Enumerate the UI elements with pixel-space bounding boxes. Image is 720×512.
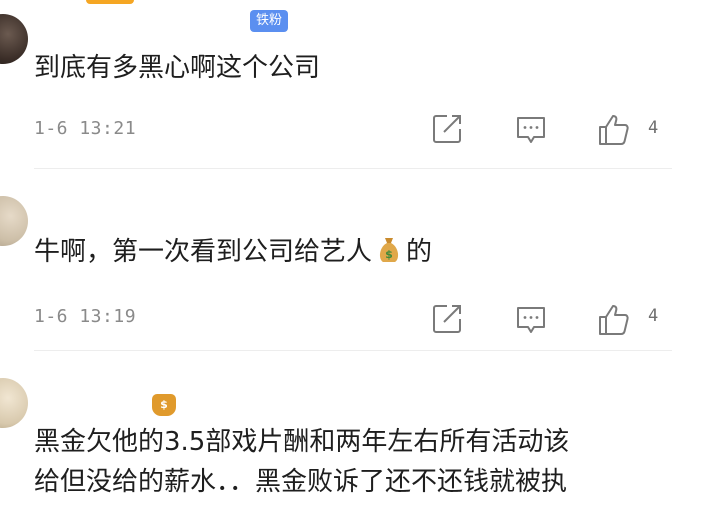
comment-text-line: 给但没给的薪水．．黑金败诉了还不还钱就被执 bbox=[34, 467, 568, 497]
avatar[interactable] bbox=[0, 196, 28, 246]
like-count: 4 bbox=[648, 306, 659, 326]
thumbs-up-icon bbox=[599, 115, 629, 145]
share-icon bbox=[433, 305, 461, 333]
comment-text-line: 黑金欠他的3.5部戏片酬和两年左右所有活动该 bbox=[34, 427, 570, 457]
avatar[interactable] bbox=[0, 14, 28, 64]
like-button[interactable] bbox=[596, 112, 632, 152]
fan-badge: 铁粉 bbox=[250, 10, 289, 32]
comment-text: 黑金欠他的3.5部戏片酬和两年左右所有活动该 给但没给的薪水．．黑金败诉了还不还… bbox=[34, 422, 656, 502]
money-bag-icon: $ bbox=[374, 234, 404, 264]
share-button[interactable] bbox=[430, 302, 464, 340]
divider bbox=[34, 350, 672, 351]
comment-item: 铁粉 到底有多黑心啊这个公司 1-6 13:21 4 bbox=[0, 0, 672, 170]
comment-icon bbox=[517, 307, 545, 333]
thumbs-up-icon bbox=[599, 305, 629, 335]
share-icon bbox=[433, 115, 461, 143]
divider bbox=[34, 168, 672, 169]
comment-timestamp: 1-6 13:19 bbox=[34, 306, 137, 327]
like-button[interactable] bbox=[596, 302, 632, 342]
avatar[interactable] bbox=[0, 378, 28, 428]
money-bag-icon: $ bbox=[152, 394, 176, 416]
svg-text:$: $ bbox=[385, 248, 393, 261]
comment-item: 牛啊，第一次看到公司给艺人 $ 的 1-6 13:19 4 bbox=[0, 176, 672, 352]
comment-timestamp: 1-6 13:21 bbox=[34, 118, 137, 139]
share-button[interactable] bbox=[430, 112, 464, 150]
comment-text: 到底有多黑心啊这个公司 bbox=[34, 53, 321, 83]
like-count: 4 bbox=[648, 118, 659, 138]
comment-item: $ 黑金欠他的3.5部戏片酬和两年左右所有活动该 给但没给的薪水．．黑金败诉了还… bbox=[0, 362, 672, 512]
comment-text: 牛啊，第一次看到公司给艺人 $ 的 bbox=[34, 232, 656, 272]
comment-text-after: 的 bbox=[406, 237, 433, 267]
comment-icon bbox=[517, 117, 545, 143]
comment-text-before: 牛啊，第一次看到公司给艺人 bbox=[34, 237, 373, 267]
right-margin bbox=[672, 0, 720, 512]
reply-button[interactable] bbox=[514, 112, 548, 150]
reply-button[interactable] bbox=[514, 302, 548, 340]
